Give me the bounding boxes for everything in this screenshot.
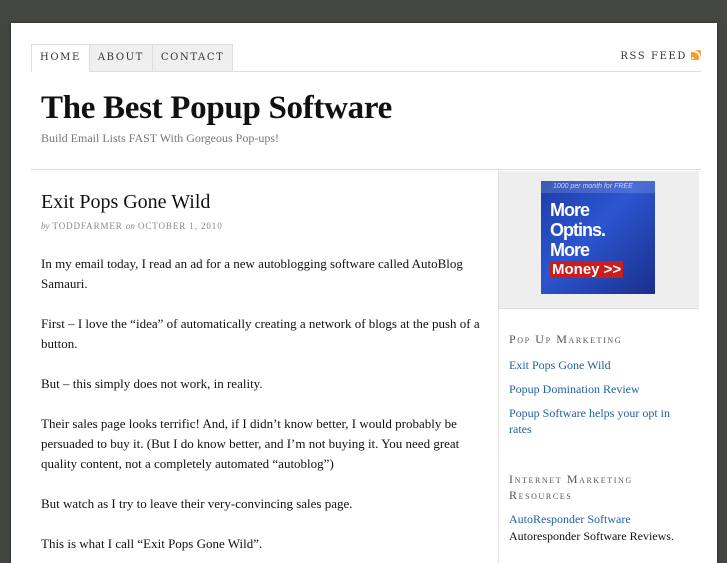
- post-paragraph: But – this simply does not work, in real…: [41, 376, 263, 391]
- post-paragraph: This is what I call “Exit Pops Gone Wild…: [41, 536, 263, 551]
- top-navigation: Home About Contact RSS Feed: [31, 44, 701, 72]
- ad-banner[interactable]: 1000 per month for FREE More Optins. Mor…: [541, 181, 655, 294]
- post-paragraph: In my email today, I read an ad for a ne…: [41, 256, 463, 291]
- rss-feed-link[interactable]: RSS Feed: [620, 50, 701, 62]
- tab-about[interactable]: About: [89, 44, 153, 71]
- post-author[interactable]: toddfarmer: [53, 221, 123, 231]
- ad-line-3: More: [550, 240, 590, 260]
- byline-by: by: [41, 221, 50, 231]
- rss-feed-label: RSS Feed: [620, 51, 687, 62]
- byline-on: on: [125, 221, 135, 231]
- ad-line-1: More: [550, 200, 590, 220]
- site-header: The Best Popup Software Build Email List…: [31, 71, 701, 170]
- post-byline: by toddfarmer on October 1, 2010: [41, 221, 223, 231]
- ad-money-label: Money >>: [550, 261, 624, 278]
- post-paragraph: First – I love the “idea” of automatical…: [41, 316, 480, 351]
- site-tagline: Build Email Lists FAST With Gorgeous Pop…: [41, 131, 279, 145]
- post-paragraph: But watch as I try to leave their very-c…: [41, 496, 353, 511]
- tab-home[interactable]: Home: [31, 44, 90, 72]
- sidebar: 1000 per month for FREE More Optins. Mor…: [499, 171, 699, 563]
- link-description: Autoresponder Software Reviews.: [509, 529, 674, 543]
- post-paragraph: Their sales page looks terrific! And, if…: [41, 416, 460, 471]
- sidebar-link[interactable]: AutoResponder Software: [509, 511, 694, 527]
- post-date: October 1, 2010: [138, 221, 223, 231]
- sidebar-link[interactable]: Exit Pops Gone Wild: [509, 357, 689, 373]
- tab-contact[interactable]: Contact: [152, 44, 234, 71]
- ad-line-2: Optins.: [550, 220, 606, 240]
- post-body: In my email today, I read an ad for a ne…: [41, 254, 486, 563]
- sidebar-link[interactable]: Popup Software helps your opt in rates: [509, 405, 689, 437]
- rss-icon: [691, 50, 701, 60]
- main-content: Exit Pops Gone Wild by toddfarmer on Oct…: [31, 171, 499, 563]
- widget-im-resources: Internet Marketing Resources AutoRespond…: [509, 471, 694, 544]
- site-title[interactable]: The Best Popup Software: [41, 90, 392, 127]
- sidebar-link[interactable]: Popup Domination Review: [509, 381, 689, 397]
- widget-popup-marketing: Pop Up Marketing Exit Pops Gone Wild Pop…: [509, 331, 689, 445]
- widget-title: Pop Up Marketing: [509, 332, 623, 346]
- ad-strip-text: 1000 per month for FREE: [541, 181, 655, 193]
- widget-title: Internet Marketing Resources: [509, 472, 633, 502]
- page-container: Home About Contact RSS Feed The Best Pop…: [11, 23, 717, 563]
- post-title[interactable]: Exit Pops Gone Wild: [41, 191, 210, 214]
- ad-box: 1000 per month for FREE More Optins. Mor…: [499, 171, 699, 309]
